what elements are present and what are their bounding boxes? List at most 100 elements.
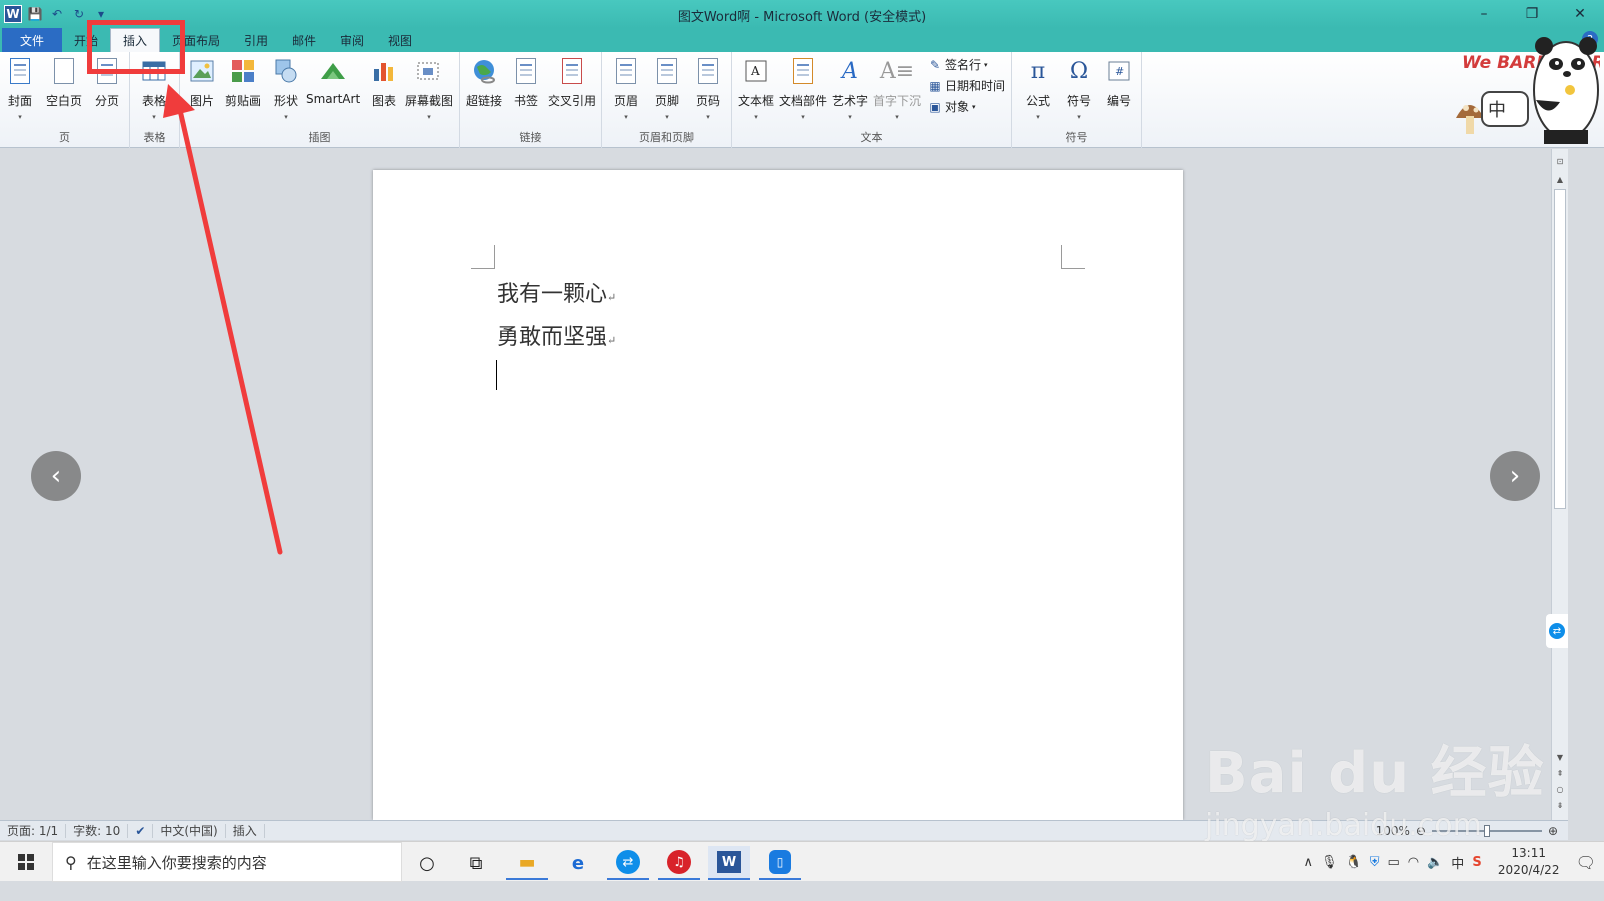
scroll-up-arrow-icon[interactable]: ▲ bbox=[1552, 175, 1568, 187]
textbox-button[interactable]: A 文本框 ▾ bbox=[738, 56, 774, 121]
word-app-icon[interactable]: W bbox=[4, 5, 22, 23]
scrollbar-thumb[interactable] bbox=[1554, 189, 1566, 509]
next-page-button[interactable]: › bbox=[1490, 451, 1540, 501]
taskbar-clock[interactable]: 13:11 2020/4/22 bbox=[1490, 845, 1568, 879]
file-explorer-icon[interactable]: ▬ bbox=[506, 846, 548, 880]
phone-app-icon[interactable]: ▯ bbox=[759, 846, 801, 880]
microphone-icon[interactable]: 🎙 bbox=[1321, 855, 1338, 870]
edge-browser-icon[interactable]: e bbox=[557, 846, 599, 880]
minimize-button[interactable]: – bbox=[1460, 0, 1508, 28]
footer-icon bbox=[653, 56, 681, 86]
save-icon[interactable]: 💾 bbox=[26, 5, 44, 23]
quick-parts-button[interactable]: 文档部件 ▾ bbox=[779, 56, 827, 121]
smartart-button[interactable]: SmartArt bbox=[306, 56, 360, 106]
battery-icon[interactable]: ▭ bbox=[1387, 855, 1399, 870]
status-page[interactable]: 页面: 1/1 bbox=[0, 823, 67, 838]
taskbar-search-box[interactable]: ⚲ 在这里输入你要搜索的内容 bbox=[52, 842, 402, 882]
next-object-icon[interactable]: ⇟ bbox=[1552, 801, 1568, 813]
proofing-icon[interactable]: ✔ bbox=[128, 823, 154, 838]
tab-file[interactable]: 文件 bbox=[2, 28, 62, 52]
restore-button[interactable]: ❐ bbox=[1508, 0, 1556, 28]
quick-access-toolbar: W 💾 ↶ ↻ ▾ bbox=[0, 0, 110, 28]
screenshot-button[interactable]: 屏幕截图 ▾ bbox=[405, 56, 453, 121]
tab-review[interactable]: 审阅 bbox=[328, 28, 376, 52]
volume-icon[interactable]: 🔈 bbox=[1427, 855, 1443, 870]
document-line-1[interactable]: 我有一颗心↵ bbox=[497, 276, 616, 308]
table-button[interactable]: 表格 ▾ bbox=[140, 56, 168, 121]
redo-icon[interactable]: ↻ bbox=[70, 5, 88, 23]
number-button[interactable]: # 编号 bbox=[1105, 56, 1133, 109]
ribbon-tabs: 文件 开始 插入 页面布局 引用 邮件 审阅 视图 bbox=[0, 28, 1604, 52]
page-number-button[interactable]: 页码 ▾ bbox=[694, 56, 722, 121]
wordart-button[interactable]: A 艺术字 ▾ bbox=[832, 56, 868, 122]
margin-corner-top-left bbox=[471, 245, 495, 269]
tab-mailings[interactable]: 邮件 bbox=[280, 28, 328, 52]
undo-icon[interactable]: ↶ bbox=[48, 5, 66, 23]
bookmark-button[interactable]: 书签 bbox=[512, 56, 540, 109]
page-number-icon bbox=[694, 56, 722, 86]
clipart-button[interactable]: 剪贴画 bbox=[225, 56, 261, 109]
tab-home[interactable]: 开始 bbox=[62, 28, 110, 52]
equation-button[interactable]: π 公式 ▾ bbox=[1024, 56, 1052, 122]
netease-music-icon[interactable]: ♫ bbox=[658, 846, 700, 880]
shapes-button[interactable]: 形状 ▾ bbox=[272, 56, 300, 121]
tab-insert[interactable]: 插入 bbox=[110, 28, 160, 52]
sogou-input-icon[interactable]: S bbox=[1472, 855, 1481, 870]
page-break-button[interactable]: 分页 bbox=[93, 56, 121, 109]
vertical-scrollbar[interactable]: ⊡ ▲ ▼ ⇞ ○ ⇟ bbox=[1551, 149, 1568, 820]
browse-object-icon[interactable]: ○ bbox=[1552, 785, 1568, 797]
chevron-right-icon: › bbox=[1509, 461, 1521, 491]
customize-qat-icon[interactable]: ▾ bbox=[92, 5, 110, 23]
date-time-button[interactable]: ▦ 日期和时间 bbox=[928, 77, 1005, 94]
zoom-slider[interactable] bbox=[1431, 825, 1542, 837]
zoom-in-icon[interactable]: ⊕ bbox=[1548, 824, 1558, 838]
wordart-icon: A bbox=[842, 58, 858, 84]
zoom-out-icon[interactable]: ⊖ bbox=[1416, 824, 1426, 838]
omega-icon: Ω bbox=[1069, 58, 1089, 84]
group-header-footer: 页眉 ▾ 页脚 ▾ 页码 ▾ 页眉和页脚 bbox=[602, 52, 732, 148]
status-language[interactable]: 中文(中国) bbox=[153, 823, 226, 838]
close-button[interactable]: ✕ bbox=[1556, 0, 1604, 28]
teamviewer-side-panel[interactable]: ⇄ bbox=[1546, 614, 1568, 648]
signature-line-button[interactable]: ✎ 签名行 ▾ bbox=[928, 56, 988, 73]
tab-view[interactable]: 视图 bbox=[376, 28, 424, 52]
action-center-icon[interactable]: 🗨 bbox=[1576, 853, 1596, 872]
status-word-count[interactable]: 字数: 10 bbox=[66, 823, 129, 838]
word-taskbar-icon[interactable]: W bbox=[708, 846, 750, 880]
previous-page-button[interactable]: ‹ bbox=[31, 451, 81, 501]
security-shield-icon[interactable]: ⛨ bbox=[1370, 855, 1380, 870]
cross-reference-button[interactable]: 交叉引用 bbox=[548, 56, 596, 109]
dropcap-button: A≡ 首字下沉 ▾ bbox=[873, 56, 921, 122]
document-page[interactable]: 我有一颗心↵ 勇敢而坚强↵ bbox=[373, 170, 1183, 820]
tab-page-layout[interactable]: 页面布局 bbox=[160, 28, 232, 52]
blank-page-button[interactable]: 空白页 bbox=[46, 56, 82, 109]
ime-indicator[interactable]: 中 bbox=[1451, 853, 1464, 872]
qq-icon[interactable]: 🐧 bbox=[1346, 855, 1362, 870]
cortana-icon[interactable]: ○ bbox=[406, 846, 448, 880]
quick-parts-icon bbox=[789, 56, 817, 86]
chevron-left-icon: ‹ bbox=[50, 461, 62, 491]
search-placeholder: 在这里输入你要搜索的内容 bbox=[86, 853, 267, 872]
document-line-2[interactable]: 勇敢而坚强↵ bbox=[497, 319, 616, 351]
symbol-button[interactable]: Ω 符号 ▾ bbox=[1065, 56, 1093, 122]
status-insert-mode[interactable]: 插入 bbox=[226, 823, 265, 838]
zoom-slider-knob[interactable] bbox=[1483, 825, 1490, 837]
previous-object-icon[interactable]: ⇞ bbox=[1552, 769, 1568, 781]
zoom-level[interactable]: 100% bbox=[1376, 824, 1410, 838]
hyperlink-button[interactable]: 超链接 bbox=[466, 56, 502, 109]
chart-button[interactable]: 图表 bbox=[370, 56, 398, 109]
wifi-icon[interactable]: ◠ bbox=[1408, 855, 1419, 870]
ruler-toggle-icon[interactable]: ⊡ bbox=[1552, 157, 1568, 169]
object-button[interactable]: ▣ 对象 ▾ bbox=[928, 98, 975, 115]
teamviewer-taskbar-icon[interactable]: ⇄ bbox=[607, 846, 649, 880]
picture-button[interactable]: 图片 bbox=[188, 56, 216, 109]
header-button[interactable]: 页眉 ▾ bbox=[612, 56, 640, 121]
show-hidden-icons-icon[interactable]: ∧ bbox=[1303, 855, 1313, 870]
tab-references[interactable]: 引用 bbox=[232, 28, 280, 52]
search-icon: ⚲ bbox=[65, 852, 77, 872]
footer-button[interactable]: 页脚 ▾ bbox=[653, 56, 681, 121]
start-button[interactable] bbox=[0, 842, 52, 882]
task-view-icon[interactable]: ⧉ bbox=[455, 846, 497, 880]
scroll-down-arrow-icon[interactable]: ▼ bbox=[1552, 753, 1568, 765]
cover-button[interactable]: 封面 ▾ bbox=[6, 56, 34, 121]
